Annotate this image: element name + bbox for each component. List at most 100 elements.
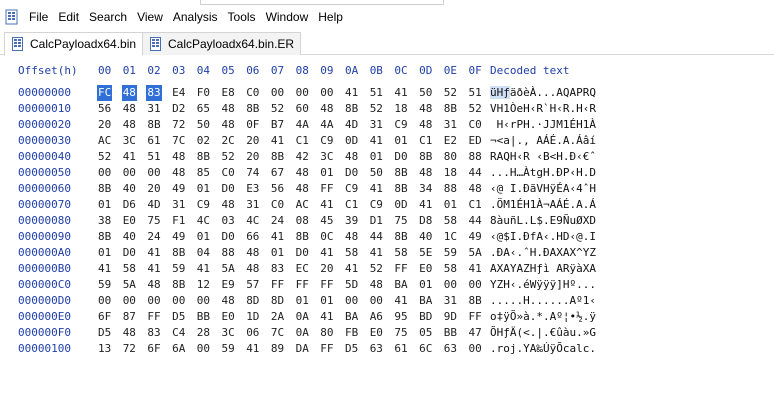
hex-byte[interactable]: 8B bbox=[394, 165, 407, 181]
hex-byte[interactable]: 85 bbox=[197, 165, 210, 181]
hex-byte[interactable]: 8B bbox=[172, 277, 185, 293]
hex-byte[interactable]: C0 bbox=[271, 197, 284, 213]
hex-byte[interactable]: 45 bbox=[320, 213, 333, 229]
hex-byte[interactable]: 31 bbox=[444, 117, 457, 133]
hex-byte[interactable]: C1 bbox=[296, 133, 309, 149]
hex-byte[interactable]: 57 bbox=[246, 277, 259, 293]
hex-byte[interactable]: 51 bbox=[370, 85, 383, 101]
hex-byte[interactable]: 75 bbox=[394, 213, 407, 229]
hex-byte[interactable]: 01 bbox=[444, 197, 457, 213]
hex-byte[interactable]: 00 bbox=[345, 293, 358, 309]
hex-byte[interactable]: 5E bbox=[419, 245, 432, 261]
hex-byte[interactable]: 0C bbox=[320, 229, 333, 245]
hex-byte[interactable]: 48 bbox=[246, 245, 259, 261]
hex-byte[interactable]: 00 bbox=[147, 165, 160, 181]
hex-byte[interactable]: D0 bbox=[222, 181, 235, 197]
menu-window[interactable]: Window bbox=[261, 6, 314, 28]
decoded-text[interactable]: YZH‹.éWÿÿÿ]Hº... bbox=[490, 277, 596, 293]
hex-byte[interactable]: 04 bbox=[197, 245, 210, 261]
hex-byte[interactable]: 58 bbox=[394, 245, 407, 261]
decoded-text[interactable]: ÕHƒÄ(<.|.€ûàu.»G bbox=[490, 325, 596, 341]
hex-byte[interactable]: 75 bbox=[394, 325, 407, 341]
hex-byte[interactable]: 00 bbox=[98, 165, 111, 181]
hex-byte[interactable]: 8B bbox=[419, 149, 432, 165]
hex-byte[interactable]: 51 bbox=[147, 149, 160, 165]
hex-byte[interactable]: BA bbox=[345, 309, 358, 325]
hex-byte[interactable]: 13 bbox=[98, 341, 111, 357]
hex-byte[interactable]: F0 bbox=[197, 85, 210, 101]
hex-byte[interactable]: 48 bbox=[469, 181, 482, 197]
hex-byte[interactable]: 48 bbox=[419, 101, 432, 117]
hex-byte[interactable]: 20 bbox=[246, 133, 259, 149]
hex-byte[interactable]: C9 bbox=[394, 117, 407, 133]
hex-byte[interactable]: 52 bbox=[370, 101, 383, 117]
decoded-text[interactable]: VH1ÒeH‹R`H‹R.H‹R bbox=[490, 101, 596, 117]
hex-byte[interactable]: FF bbox=[320, 341, 333, 357]
hex-byte[interactable]: 8D bbox=[246, 293, 259, 309]
hex-byte[interactable]: D6 bbox=[123, 197, 136, 213]
hex-byte[interactable]: 58 bbox=[444, 261, 457, 277]
tab-calcpayloadx64-bin-er[interactable]: CalcPayloadx64.bin.ER bbox=[142, 32, 302, 55]
hex-byte[interactable]: 41 bbox=[320, 197, 333, 213]
hex-byte[interactable]: 2A bbox=[271, 309, 284, 325]
hex-byte[interactable]: 66 bbox=[246, 229, 259, 245]
hex-byte[interactable]: 01 bbox=[197, 229, 210, 245]
hex-byte[interactable]: 7C bbox=[172, 133, 185, 149]
hex-byte[interactable]: E8 bbox=[222, 85, 235, 101]
hex-byte[interactable]: 01 bbox=[271, 245, 284, 261]
hex-byte[interactable]: 8B bbox=[197, 149, 210, 165]
hex-byte[interactable]: 24 bbox=[147, 229, 160, 245]
hex-byte[interactable]: C9 bbox=[345, 181, 358, 197]
hex-byte[interactable]: 83 bbox=[147, 325, 160, 341]
hex-byte[interactable]: 52 bbox=[222, 149, 235, 165]
hex-byte[interactable]: 8B bbox=[98, 229, 111, 245]
hex-byte[interactable]: 41 bbox=[271, 133, 284, 149]
hex-byte[interactable]: 48 bbox=[222, 101, 235, 117]
hex-byte[interactable]: 02 bbox=[197, 133, 210, 149]
hex-byte[interactable]: 8B bbox=[246, 101, 259, 117]
hex-byte[interactable]: 67 bbox=[271, 165, 284, 181]
hex-byte[interactable]: 20 bbox=[320, 261, 333, 277]
hex-byte[interactable]: 1D bbox=[246, 309, 259, 325]
hex-byte[interactable]: 41 bbox=[345, 85, 358, 101]
hex-byte[interactable]: 49 bbox=[172, 229, 185, 245]
hex-byte[interactable]: 41 bbox=[469, 261, 482, 277]
decoded-text[interactable]: .ÐA‹.ˆH.ÐAXAX^YZ bbox=[490, 245, 596, 261]
hex-byte[interactable]: 51 bbox=[469, 85, 482, 101]
hex-byte[interactable]: 48 bbox=[123, 101, 136, 117]
hex-byte[interactable]: 88 bbox=[469, 149, 482, 165]
hex-byte[interactable]: 41 bbox=[419, 197, 432, 213]
hex-byte[interactable]: D5 bbox=[345, 341, 358, 357]
hex-byte[interactable]: C9 bbox=[370, 197, 383, 213]
hex-byte[interactable]: BD bbox=[419, 309, 432, 325]
hex-byte[interactable]: 01 bbox=[370, 149, 383, 165]
hex-byte[interactable]: 48 bbox=[419, 165, 432, 181]
hex-byte[interactable]: 01 bbox=[98, 245, 111, 261]
hex-byte[interactable]: 7C bbox=[271, 325, 284, 341]
hex-byte[interactable]: 41 bbox=[370, 245, 383, 261]
hex-byte[interactable]: E0 bbox=[419, 261, 432, 277]
hex-byte[interactable]: 61 bbox=[394, 341, 407, 357]
hex-byte[interactable]: 65 bbox=[197, 101, 210, 117]
hex-byte[interactable]: 48 bbox=[370, 277, 383, 293]
hex-byte[interactable]: 00 bbox=[172, 293, 185, 309]
hex-byte[interactable]: 8B bbox=[98, 181, 111, 197]
hex-byte[interactable]: C1 bbox=[469, 197, 482, 213]
hex-byte[interactable]: 80 bbox=[320, 325, 333, 341]
hex-byte[interactable]: 31 bbox=[172, 197, 185, 213]
hex-byte[interactable]: 8B bbox=[444, 101, 457, 117]
decoded-text[interactable]: 8àuñL.L$.E9ÑuØXD bbox=[490, 213, 596, 229]
hex-byte[interactable]: 63 bbox=[444, 341, 457, 357]
hex-byte[interactable]: 3C bbox=[123, 133, 136, 149]
hex-byte[interactable]: 8B bbox=[345, 101, 358, 117]
hex-byte[interactable]: 44 bbox=[469, 213, 482, 229]
hex-byte[interactable]: 40 bbox=[419, 229, 432, 245]
hex-byte[interactable]: AC bbox=[296, 197, 309, 213]
hex-byte[interactable]: FF bbox=[320, 277, 333, 293]
hex-byte[interactable]: 52 bbox=[469, 101, 482, 117]
hex-byte[interactable]: C9 bbox=[197, 197, 210, 213]
hex-byte[interactable]: 3C bbox=[320, 149, 333, 165]
hex-byte[interactable]: 5D bbox=[345, 277, 358, 293]
hex-byte[interactable]: 95 bbox=[394, 309, 407, 325]
hex-byte[interactable]: 8B bbox=[394, 181, 407, 197]
